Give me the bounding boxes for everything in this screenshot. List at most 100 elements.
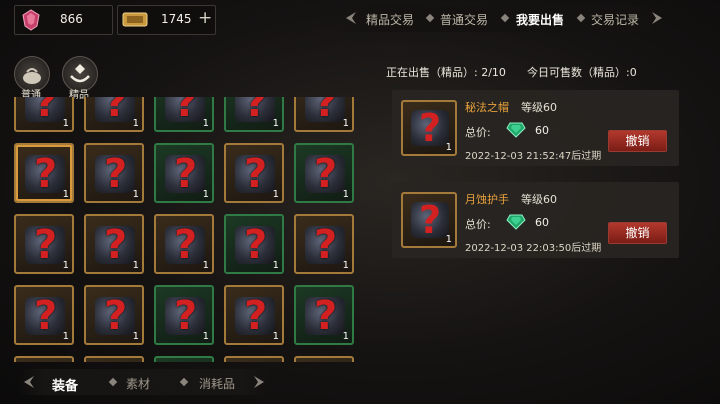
- inventory-slot[interactable]: ? 1: [154, 97, 214, 132]
- item-type-tab-bar: 装备 素材 消耗品: [18, 369, 270, 395]
- tab-normal-trade[interactable]: 普通交易: [440, 11, 488, 28]
- inventory-slot[interactable]: ? 1: [294, 143, 354, 203]
- tab-separator: [108, 377, 118, 387]
- inventory-slot[interactable]: ? 1: [294, 285, 354, 345]
- tab-separator: [500, 13, 510, 23]
- inventory-slot[interactable]: ? 1: [14, 285, 74, 345]
- arrow-left-icon[interactable]: [22, 375, 36, 389]
- inventory-slot[interactable]: ?: [14, 356, 74, 362]
- item-count: 1: [202, 118, 209, 129]
- arrow-left-icon[interactable]: [344, 11, 358, 25]
- inventory-slot[interactable]: ?: [154, 356, 214, 362]
- inventory-slot[interactable]: ? 1: [224, 285, 284, 345]
- inventory-slot[interactable]: ? 1: [154, 285, 214, 345]
- item-count: 1: [132, 331, 139, 342]
- question-mark-icon: ?: [34, 360, 57, 362]
- question-mark-icon: ?: [244, 360, 267, 362]
- question-mark-icon: ?: [419, 198, 442, 242]
- emerald-icon: [506, 214, 526, 230]
- inventory-slot[interactable]: ?: [294, 356, 354, 362]
- question-mark-icon: ?: [314, 151, 338, 197]
- item-count: 1: [62, 189, 69, 200]
- tab-sell[interactable]: 我要出售: [516, 11, 564, 28]
- inventory-slot[interactable]: ? 1: [224, 143, 284, 203]
- item-count: 1: [62, 118, 69, 129]
- listing-item-icon[interactable]: ? 1: [401, 100, 457, 156]
- item-count: 1: [272, 331, 279, 342]
- inventory-slot[interactable]: ? 1: [154, 214, 214, 274]
- tab-materials[interactable]: 素材: [126, 375, 150, 392]
- inventory-slot[interactable]: ?: [224, 356, 284, 362]
- inventory-slot[interactable]: ? 1: [154, 143, 214, 203]
- item-count: 1: [132, 118, 139, 129]
- item-count: 1: [445, 142, 452, 153]
- question-mark-icon: ?: [314, 293, 338, 339]
- tab-separator: [425, 13, 435, 23]
- cancel-listing-button[interactable]: 撤销: [608, 222, 667, 244]
- ticket-icon: [122, 12, 148, 27]
- inventory-slot[interactable]: ? 1: [224, 214, 284, 274]
- listing-expire-time: 2022-12-03 21:52:47后过期: [465, 151, 602, 162]
- question-mark-icon: ?: [174, 222, 198, 268]
- question-mark-icon: ?: [34, 151, 58, 197]
- item-count: 1: [445, 234, 452, 245]
- item-count: 1: [272, 260, 279, 271]
- listing-item-icon[interactable]: ? 1: [401, 192, 457, 248]
- listing-price: 60: [535, 216, 549, 229]
- add-currency-button[interactable]: +: [198, 8, 212, 28]
- listing-expire-time: 2022-12-03 22:03:50后过期: [465, 243, 602, 254]
- inventory-slot[interactable]: ? 1: [294, 214, 354, 274]
- inventory-slot[interactable]: ? 1: [14, 97, 74, 132]
- inventory-slot[interactable]: ? 1: [14, 143, 74, 203]
- inventory-slot[interactable]: ? 1: [84, 214, 144, 274]
- inventory-slot[interactable]: ? 1: [294, 97, 354, 132]
- item-count: 1: [202, 260, 209, 271]
- inventory-grid: ? 1? 1? 1? 1? 1? 1? 1? 1? 1? 1? 1? 1? 1? 1? 1? 1? 1? 1? 1? 1…: [12, 97, 357, 362]
- inventory-slot[interactable]: ? 1: [14, 214, 74, 274]
- question-mark-icon: ?: [174, 293, 198, 339]
- tab-separator: [179, 377, 189, 387]
- listing-price: 60: [535, 124, 549, 137]
- question-mark-icon: ?: [174, 97, 198, 126]
- arrow-right-icon[interactable]: [650, 11, 664, 25]
- tab-premium-trade[interactable]: 精品交易: [366, 11, 414, 28]
- tab-trade-history[interactable]: 交易记录: [591, 11, 639, 28]
- ruby-currency-box: 866: [14, 5, 113, 35]
- question-mark-icon: ?: [104, 360, 127, 362]
- item-count: 1: [132, 260, 139, 271]
- listing-card: ? 1 月蚀护手 等级60 总价: 60 2022-12-03 22:03:50…: [392, 182, 679, 258]
- question-mark-icon: ?: [174, 151, 198, 197]
- item-count: 1: [202, 189, 209, 200]
- item-count: 1: [342, 331, 349, 342]
- question-mark-icon: ?: [104, 151, 128, 197]
- question-mark-icon: ?: [244, 97, 268, 126]
- item-count: 1: [202, 331, 209, 342]
- inventory-slot[interactable]: ?: [84, 356, 144, 362]
- ruby-icon: [22, 9, 40, 31]
- question-mark-icon: ?: [244, 222, 268, 268]
- item-count: 1: [132, 189, 139, 200]
- ticket-currency-box: 1745 +: [117, 5, 216, 35]
- today-sellable-count: 今日可售数（精品）:0: [527, 66, 637, 79]
- tab-equipment[interactable]: 装备: [52, 375, 78, 394]
- question-mark-icon: ?: [104, 293, 128, 339]
- ruby-amount: 866: [60, 12, 83, 26]
- item-count: 1: [272, 118, 279, 129]
- item-count: 1: [342, 260, 349, 271]
- arrow-right-icon[interactable]: [252, 375, 266, 389]
- question-mark-icon: ?: [314, 222, 338, 268]
- tab-separator: [576, 13, 586, 23]
- question-mark-icon: ?: [104, 222, 128, 268]
- question-mark-icon: ?: [244, 151, 268, 197]
- question-mark-icon: ?: [314, 97, 338, 126]
- inventory-slot[interactable]: ? 1: [84, 285, 144, 345]
- price-label: 总价:: [465, 218, 491, 231]
- cancel-listing-button[interactable]: 撤销: [608, 130, 667, 152]
- inventory-slot[interactable]: ? 1: [224, 97, 284, 132]
- tab-consumables[interactable]: 消耗品: [199, 375, 235, 392]
- listing-item-level: 等级60: [521, 101, 557, 114]
- inventory-slot[interactable]: ? 1: [84, 97, 144, 132]
- item-count: 1: [272, 189, 279, 200]
- item-count: 1: [342, 189, 349, 200]
- inventory-slot[interactable]: ? 1: [84, 143, 144, 203]
